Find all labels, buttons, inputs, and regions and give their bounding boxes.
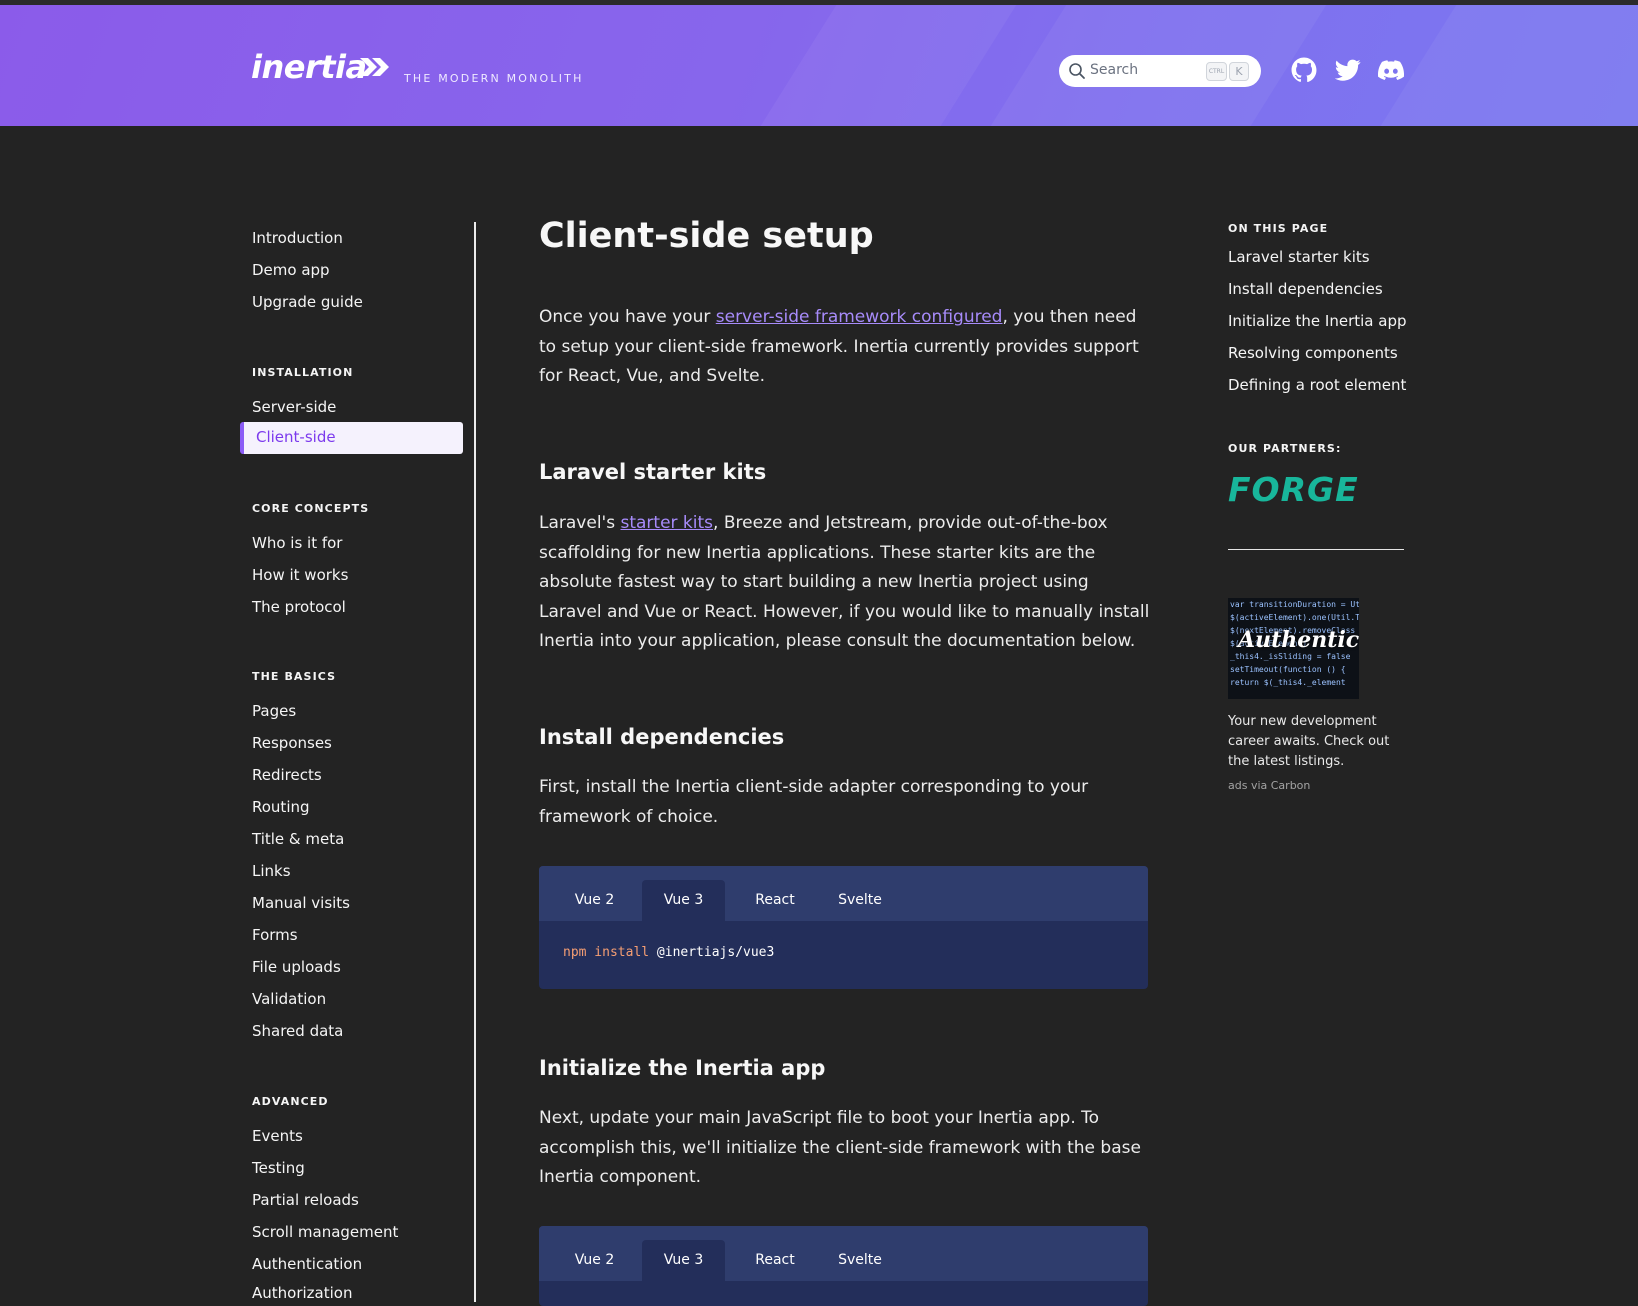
sidebar-item-who-is-it-for[interactable]: Who is it for	[252, 534, 342, 552]
tab-vue3[interactable]: Vue 3	[642, 880, 725, 921]
tab-react[interactable]: React	[741, 1240, 809, 1281]
sidebar-item-validation[interactable]: Validation	[252, 990, 326, 1008]
sidebar-item-title-meta[interactable]: Title & meta	[252, 830, 344, 848]
search-icon	[1069, 63, 1085, 79]
github-icon[interactable]	[1291, 57, 1317, 83]
sidebar-item-label: Client-side	[256, 428, 336, 446]
forge-logo[interactable]: FORGE	[1228, 470, 1359, 509]
logo-arrows-icon[interactable]	[358, 56, 390, 78]
sidebar-item-events[interactable]: Events	[252, 1127, 303, 1145]
carbon-ad-via[interactable]: ads via Carbon	[1228, 779, 1310, 792]
sidebar-item-forms[interactable]: Forms	[252, 926, 298, 944]
page-title: Client-side setup	[539, 216, 874, 256]
toc-item-initialize-app[interactable]: Initialize the Inertia app	[1228, 312, 1407, 330]
sidebar-item-manual-visits[interactable]: Manual visits	[252, 894, 350, 912]
init-code-block: Vue 2 Vue 3 React Svelte	[539, 1226, 1148, 1306]
sidebar-item-scroll-management[interactable]: Scroll management	[252, 1223, 398, 1241]
starter-kits-link[interactable]: starter kits	[620, 513, 713, 533]
discord-icon[interactable]	[1378, 57, 1404, 83]
sidebar-item-client-side[interactable]: Client-side	[240, 422, 463, 454]
sidebar-item-server-side[interactable]: Server-side	[252, 398, 336, 416]
sidebar-item-authorization[interactable]: Authorization	[252, 1284, 352, 1302]
starter-text: Laravel's	[539, 513, 621, 533]
tagline: THE MODERN MONOLITH	[404, 72, 584, 85]
ad-script-text: Authentic	[1238, 627, 1359, 653]
sidebar-item-demo-app[interactable]: Demo app	[252, 261, 330, 279]
sidebar-item-authentication[interactable]: Authentication	[252, 1255, 362, 1273]
tab-vue3[interactable]: Vue 3	[642, 1240, 725, 1281]
sidebar-item-pages[interactable]: Pages	[252, 702, 296, 720]
logo-wordmark[interactable]: inertia	[251, 48, 367, 86]
heading-install-dependencies: Install dependencies	[539, 725, 785, 749]
intro-text: Once you have your	[539, 307, 716, 327]
code-command: npm install	[563, 945, 650, 960]
install-code-block: Vue 2 Vue 3 React Svelte npm install @in…	[539, 866, 1148, 989]
search-placeholder: Search	[1090, 62, 1139, 78]
sidebar-item-testing[interactable]: Testing	[252, 1159, 305, 1177]
sidebar-item-redirects[interactable]: Redirects	[252, 766, 322, 784]
starter-paragraph: Laravel's starter kits, Breeze and Jetst…	[539, 509, 1151, 657]
search-box[interactable]: Search CTRL K	[1059, 55, 1261, 87]
tab-vue2[interactable]: Vue 2	[563, 880, 626, 921]
sidebar-section-installation: INSTALLATION	[252, 366, 354, 379]
sidebar-item-partial-reloads[interactable]: Partial reloads	[252, 1191, 359, 1209]
code-tabs: Vue 2 Vue 3 React Svelte	[539, 866, 1148, 921]
sidebar-section-advanced: ADVANCED	[252, 1095, 329, 1108]
tab-vue2[interactable]: Vue 2	[563, 1240, 626, 1281]
sidebar-item-upgrade-guide[interactable]: Upgrade guide	[252, 293, 363, 311]
twitter-icon[interactable]	[1335, 57, 1361, 83]
toc-title: ON THIS PAGE	[1228, 222, 1329, 235]
header-decoration	[1318, 5, 1638, 126]
partners-divider	[1228, 549, 1404, 550]
header-decoration	[698, 5, 1042, 126]
site-header: inertia THE MODERN MONOLITH Search CTRL …	[0, 5, 1638, 126]
sidebar-section-the-basics: THE BASICS	[252, 670, 337, 683]
sidebar-section-core-concepts: CORE CONCEPTS	[252, 502, 370, 515]
kbd-k: K	[1229, 62, 1249, 81]
code-package: @inertiajs/vue3	[656, 945, 775, 960]
heading-laravel-starter-kits: Laravel starter kits	[539, 460, 767, 484]
carbon-ad-image[interactable]: var transitionDuration = Util $(activeEl…	[1228, 598, 1359, 699]
ad-code-line: $(activeElement).one(Util.TR	[1230, 613, 1359, 622]
sidebar-item-the-protocol[interactable]: The protocol	[252, 598, 346, 616]
code-line: npm install @inertiajs/vue3	[563, 945, 774, 960]
code-tabs: Vue 2 Vue 3 React Svelte	[539, 1226, 1148, 1281]
ad-code-line: return $(_this4._element	[1230, 678, 1346, 687]
sidebar-item-how-it-works[interactable]: How it works	[252, 566, 348, 584]
server-side-link[interactable]: server-side framework configured	[716, 307, 1003, 327]
partners-title: OUR PARTNERS:	[1228, 442, 1342, 455]
heading-initialize-app: Initialize the Inertia app	[539, 1056, 826, 1080]
sidebar-divider	[474, 222, 476, 1302]
sidebar-item-links[interactable]: Links	[252, 862, 291, 880]
toc-item-root-element[interactable]: Defining a root element	[1228, 376, 1406, 394]
toc-item-resolving-components[interactable]: Resolving components	[1228, 344, 1398, 362]
tab-svelte[interactable]: Svelte	[825, 1240, 895, 1281]
ad-code-line: setTimeout(function () {	[1230, 665, 1346, 674]
ad-code-line: var transitionDuration = Util	[1230, 600, 1359, 609]
carbon-ad-text[interactable]: Your new development career awaits. Chec…	[1228, 712, 1398, 772]
toc-item-install-dependencies[interactable]: Install dependencies	[1228, 280, 1383, 298]
sidebar-item-shared-data[interactable]: Shared data	[252, 1022, 343, 1040]
sidebar-item-responses[interactable]: Responses	[252, 734, 332, 752]
sidebar-item-routing[interactable]: Routing	[252, 798, 310, 816]
intro-paragraph: Once you have your server-side framework…	[539, 303, 1151, 392]
init-paragraph: Next, update your main JavaScript file t…	[539, 1108, 1141, 1187]
sidebar-item-introduction[interactable]: Introduction	[252, 229, 343, 247]
toc-item-laravel-starter-kits[interactable]: Laravel starter kits	[1228, 248, 1370, 266]
install-paragraph: First, install the Inertia client-side a…	[539, 777, 1089, 827]
tab-react[interactable]: React	[741, 880, 809, 921]
kbd-ctrl: CTRL	[1206, 62, 1227, 81]
tab-svelte[interactable]: Svelte	[825, 880, 895, 921]
sidebar-item-file-uploads[interactable]: File uploads	[252, 958, 341, 976]
starter-text: , Breeze and Jetstream, provide out-of-t…	[539, 513, 1150, 651]
